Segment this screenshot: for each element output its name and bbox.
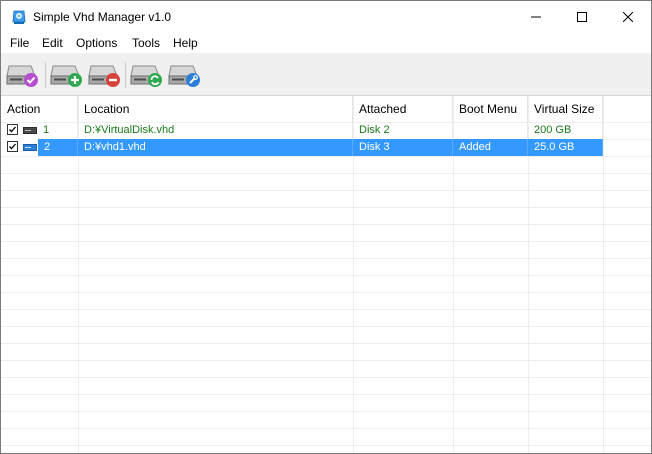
disk-check-icon [6,65,38,87]
grid-row-line [1,343,651,344]
location-cell: D:¥vhd1.vhd [78,139,353,156]
maximize-button[interactable] [559,1,605,33]
menu-tools[interactable]: Tools [132,36,160,50]
column-header-attached[interactable]: Attached [353,96,453,122]
toolbar [1,53,651,96]
column-header-boot-menu[interactable]: Boot Menu [453,96,528,122]
row-checkbox[interactable] [7,124,18,135]
grid-row-line [1,411,651,412]
grid-row-line [1,207,651,208]
grid-row-line [1,224,651,225]
action-cell[interactable] [1,139,38,156]
attached-cell: Disk 3 [353,139,453,156]
grid-row-line [1,445,651,446]
grid-row-line [1,156,651,157]
virtual-size-cell: 25.0 GB [528,139,603,156]
minimize-button[interactable] [513,1,559,33]
table-row[interactable]: 1 D:¥VirtualDisk.vhd Disk 2 200 GB [1,122,651,139]
boot-menu-cell [453,122,528,139]
disk-wrench-icon [168,65,200,87]
disk-table: Action Location Attached Boot Menu Virtu… [1,96,651,453]
check-icon [9,143,16,150]
menu-bar: File Edit Options Tools Help [1,33,651,53]
menu-options[interactable]: Options [76,36,117,50]
grid-row-line [1,326,651,327]
check-icon [9,126,16,133]
column-header-virtual-size[interactable]: Virtual Size [528,96,603,122]
table-header: Action Location Attached Boot Menu Virtu… [1,96,651,122]
menu-edit[interactable]: Edit [42,36,63,50]
add-disk-button[interactable] [49,58,85,90]
grid-row-line [1,377,651,378]
app-disk-icon [12,10,26,24]
grid-row-line [1,292,651,293]
drive-icon [23,127,37,134]
maximize-icon [577,12,587,22]
disk-refresh-icon [130,65,162,87]
toolbar-separator [45,62,46,88]
attached-cell: Disk 2 [353,122,453,139]
row-checkbox[interactable] [7,141,18,152]
minimize-icon [531,16,541,18]
window-title: Simple Vhd Manager v1.0 [33,10,172,24]
title-bar[interactable]: Simple Vhd Manager v1.0 [1,1,651,33]
attach-disk-button[interactable] [5,58,41,90]
grid-row-line [1,258,651,259]
menu-help[interactable]: Help [173,36,198,50]
row-number: 1 [43,124,50,136]
refresh-disk-button[interactable] [129,58,165,90]
grid-row-line [1,428,651,429]
location-cell: D:¥VirtualDisk.vhd [78,122,353,139]
boot-menu-cell: Added [453,139,528,156]
row-number-cell: 2 [38,139,78,156]
virtual-size-cell: 200 GB [528,122,603,139]
grid-row-line [1,173,651,174]
remove-disk-button[interactable] [87,58,123,90]
drive-icon [23,144,37,151]
disk-plus-icon [50,65,82,87]
grid-row-line [1,394,651,395]
grid-row-line [1,241,651,242]
app-window: Simple Vhd Manager v1.0 File Edit Option… [0,0,652,454]
column-header-location[interactable]: Location [78,96,353,122]
settings-disk-button[interactable] [167,58,203,90]
close-icon [623,12,633,22]
grid-row-line [1,309,651,310]
table-row-selected[interactable]: 2 D:¥vhd1.vhd Disk 3 Added 25.0 GB [1,139,651,156]
toolbar-separator [125,62,126,88]
column-header-action[interactable]: Action [1,96,78,122]
menu-file[interactable]: File [10,36,29,50]
action-cell[interactable]: 1 [1,122,78,139]
grid-row-line [1,360,651,361]
disk-minus-icon [88,65,120,87]
grid-row-line [1,275,651,276]
grid-row-line [1,190,651,191]
close-button[interactable] [605,1,651,33]
